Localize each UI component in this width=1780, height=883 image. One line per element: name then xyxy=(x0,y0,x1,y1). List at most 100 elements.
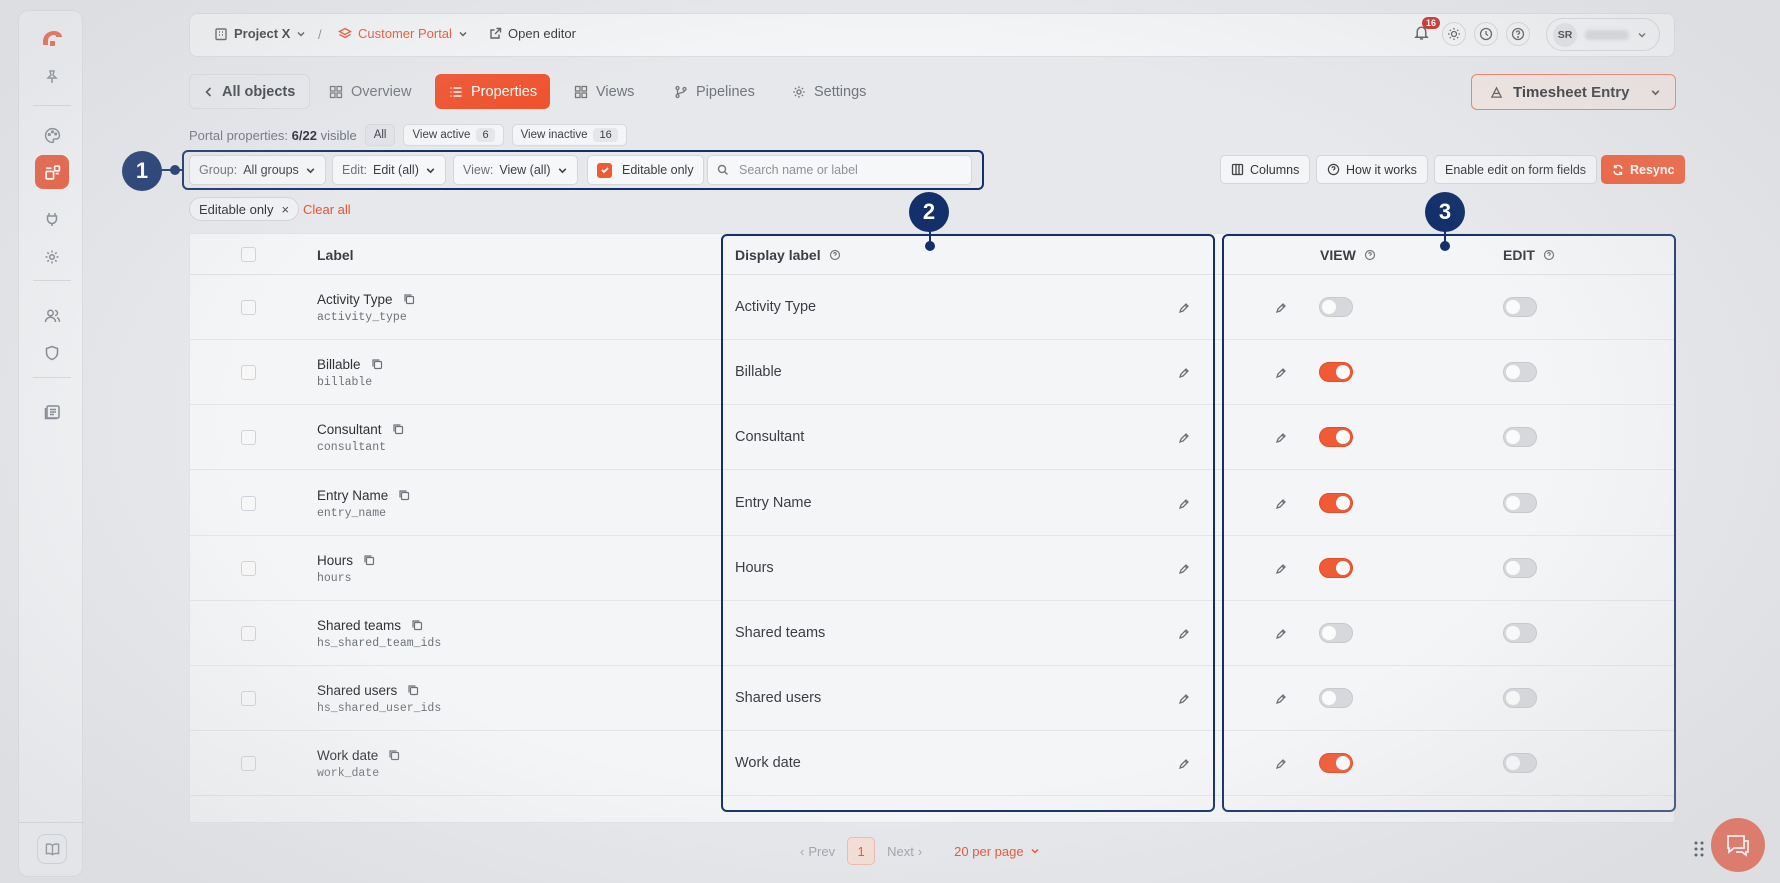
theme-toggle-button[interactable] xyxy=(1442,22,1466,46)
per-page-select[interactable]: 20 per page xyxy=(954,844,1039,859)
copy-icon[interactable] xyxy=(388,749,400,764)
open-editor-link[interactable]: Open editor xyxy=(489,26,576,41)
callout-badge-2: 2 xyxy=(909,192,949,232)
chevron-right-icon: › xyxy=(917,843,923,859)
filter-all-pill[interactable]: All xyxy=(364,124,396,146)
back-to-objects-button[interactable]: All objects xyxy=(189,74,311,109)
property-label-cell: Work date work_date xyxy=(317,748,400,780)
project-name: Project X xyxy=(234,26,291,41)
callout-dot xyxy=(925,241,935,251)
row-checkbox[interactable] xyxy=(241,495,256,511)
callout-box-filters xyxy=(182,150,984,190)
property-label-cell: Activity Type activity_type xyxy=(317,292,415,324)
help-button[interactable] xyxy=(1506,22,1530,46)
row-checkbox[interactable] xyxy=(241,300,256,315)
row-checkbox[interactable] xyxy=(241,365,256,381)
docs-icon[interactable] xyxy=(35,395,69,429)
chevron-left-icon xyxy=(204,86,214,98)
property-api-name: hs_shared_user_ids xyxy=(317,702,442,716)
columns-button[interactable]: Columns xyxy=(1220,155,1311,184)
property-api-name: hours xyxy=(317,571,352,585)
gear-icon xyxy=(792,85,806,99)
active-filter-chip[interactable]: Editable only × xyxy=(189,197,300,221)
filter-view-active-pill[interactable]: View active 6 xyxy=(403,124,504,146)
row-checkbox[interactable] xyxy=(241,691,256,707)
chevron-down-icon xyxy=(1030,846,1040,856)
palette-icon[interactable] xyxy=(35,118,69,152)
shield-icon[interactable] xyxy=(35,336,69,370)
property-label-cell: Entry Name entry_name xyxy=(317,488,410,520)
copy-icon[interactable] xyxy=(371,358,383,373)
question-icon xyxy=(1511,27,1525,41)
tab-label: Properties xyxy=(471,83,538,100)
open-editor-label: Open editor xyxy=(508,26,576,41)
question-icon xyxy=(1327,163,1340,176)
row-checkbox[interactable] xyxy=(241,560,256,576)
layers-icon xyxy=(338,27,352,41)
copy-icon[interactable] xyxy=(363,554,375,569)
property-label: Consultant xyxy=(317,422,382,438)
object-name: Timesheet Entry xyxy=(1513,83,1630,101)
objects-icon[interactable] xyxy=(35,155,69,189)
settings-gear-icon[interactable] xyxy=(35,240,69,274)
col-label-header: Label xyxy=(317,247,354,263)
tab-label: Pipelines xyxy=(696,83,755,100)
properties-summary: Portal properties: 6/22 visible All View… xyxy=(189,124,627,146)
object-selector[interactable]: Timesheet Entry xyxy=(1471,74,1676,110)
chevron-down-icon xyxy=(1637,30,1647,40)
grid-icon xyxy=(329,85,343,99)
tab-label: Settings xyxy=(814,83,867,100)
resync-button[interactable]: Resync xyxy=(1601,155,1686,184)
filter-view-inactive-pill[interactable]: View inactive 16 xyxy=(511,124,627,146)
tab-overview[interactable]: Overview xyxy=(315,74,425,109)
copy-icon[interactable] xyxy=(407,684,419,699)
prev-page-button[interactable]: ‹ Prev xyxy=(800,844,835,859)
property-label-cell: Billable billable xyxy=(317,357,383,389)
row-checkbox[interactable] xyxy=(241,626,256,641)
tab-views[interactable]: Views xyxy=(560,74,648,109)
users-icon[interactable] xyxy=(35,299,69,333)
tab-pipelines[interactable]: Pipelines xyxy=(660,74,769,109)
row-checkbox[interactable] xyxy=(241,756,256,772)
tab-properties[interactable]: Properties xyxy=(435,74,550,109)
drag-handle-icon[interactable] xyxy=(1693,840,1705,863)
close-icon[interactable]: × xyxy=(281,202,289,217)
clear-all-link[interactable]: Clear all xyxy=(303,202,351,217)
callout-box-display-label xyxy=(721,234,1215,812)
project-selector[interactable]: Project X xyxy=(214,26,306,41)
plug-icon[interactable] xyxy=(35,202,69,236)
pin-icon[interactable] xyxy=(35,60,69,94)
grid-icon xyxy=(574,85,588,99)
row-checkbox[interactable] xyxy=(241,430,256,446)
property-label: Shared users xyxy=(317,683,398,699)
chat-button[interactable] xyxy=(1711,818,1765,872)
callout-badge-1: 1 xyxy=(122,151,162,191)
object-icon xyxy=(1490,85,1503,99)
property-api-name: consultant xyxy=(317,441,387,455)
sun-icon xyxy=(1447,27,1461,41)
property-label: Hours xyxy=(317,552,354,568)
copy-icon[interactable] xyxy=(398,489,410,504)
app-logo-icon[interactable] xyxy=(35,22,69,56)
back-label: All objects xyxy=(222,83,296,100)
tab-settings[interactable]: Settings xyxy=(778,74,880,109)
notifications-button[interactable]: 16 xyxy=(1413,17,1441,41)
page-1-button[interactable]: 1 xyxy=(847,837,876,865)
enable-edit-button[interactable]: Enable edit on form fields xyxy=(1434,155,1598,184)
copy-icon[interactable] xyxy=(403,293,415,308)
property-label-cell: Consultant consultant xyxy=(317,422,404,454)
history-button[interactable] xyxy=(1474,22,1498,46)
next-page-button[interactable]: Next › xyxy=(887,844,922,859)
user-menu[interactable]: SR xyxy=(1546,18,1660,51)
how-it-works-button[interactable]: How it works xyxy=(1316,155,1428,184)
tab-label: Overview xyxy=(351,83,412,100)
copy-icon[interactable] xyxy=(392,423,404,438)
portal-selector[interactable]: Customer Portal xyxy=(338,26,468,41)
property-label-cell: Shared teams hs_shared_team_ids xyxy=(317,618,441,650)
select-all-checkbox[interactable] xyxy=(241,247,256,262)
property-label: Shared teams xyxy=(317,618,402,633)
book-icon[interactable] xyxy=(37,834,67,864)
callout-dot xyxy=(170,165,180,175)
chevron-down-icon xyxy=(1650,87,1661,98)
copy-icon[interactable] xyxy=(411,619,423,634)
